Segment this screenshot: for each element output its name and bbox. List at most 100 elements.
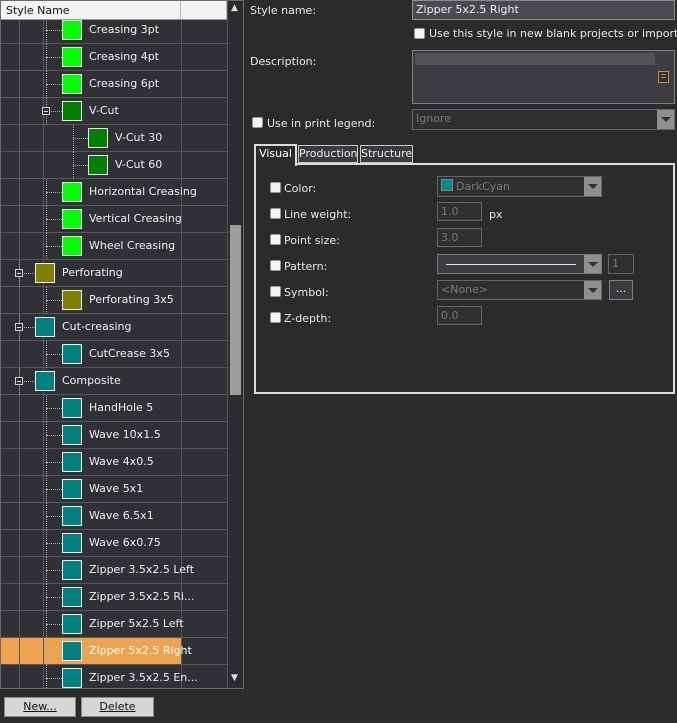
collapse-toggle-icon[interactable]	[15, 323, 23, 331]
grid-line	[19, 422, 20, 449]
tree-row-label: Creasing 4pt	[89, 50, 160, 63]
style-name-input[interactable]: Zipper 5x2.5 Right	[412, 0, 675, 20]
tree-row[interactable]: Wave 4x0.5	[1, 449, 227, 476]
chevron-down-icon[interactable]	[584, 281, 601, 299]
style-color-swatch	[35, 371, 55, 391]
tree-row[interactable]: Zipper 3.5x2.5 Ri...	[1, 584, 227, 611]
description-textarea[interactable]	[412, 50, 675, 104]
tree-row[interactable]: Vertical Creasing	[1, 206, 227, 233]
symbol-checkbox[interactable]	[270, 286, 281, 297]
header-col-extra[interactable]	[181, 1, 227, 19]
line-weight-checkbox[interactable]	[270, 208, 281, 219]
tree-connector	[73, 165, 88, 166]
symbol-value: <None>	[441, 283, 489, 296]
tree-row[interactable]: V-Cut	[1, 98, 227, 125]
chevron-down-icon[interactable]	[584, 255, 601, 273]
tree-connector	[46, 287, 47, 314]
use-in-new-checkbox[interactable]	[414, 28, 425, 39]
new-button[interactable]: New...	[4, 697, 76, 717]
tree-connector	[46, 516, 62, 517]
grid-line	[19, 44, 20, 71]
scroll-down-arrow-icon[interactable]: ▼	[231, 673, 238, 683]
tree-row[interactable]: CutCrease 3x5	[1, 341, 227, 368]
tree-connector	[46, 584, 47, 611]
zdepth-input[interactable]: 0.0	[437, 306, 482, 325]
print-legend-value: Ignore	[416, 112, 451, 125]
tree-row[interactable]: Wave 6.5x1	[1, 503, 227, 530]
notes-icon[interactable]	[658, 71, 669, 83]
tree-row[interactable]: Zipper 3.5x2.5 En...	[1, 665, 227, 688]
header-label: Style Name	[6, 4, 70, 17]
style-color-swatch	[62, 506, 82, 526]
color-checkbox[interactable]	[270, 182, 281, 193]
style-color-swatch	[88, 155, 108, 175]
grid-line	[43, 179, 44, 206]
grid-line	[43, 476, 44, 503]
tree-connector	[46, 219, 62, 220]
tree-row-label: Cut-creasing	[62, 320, 132, 333]
tab-production-label: Production	[299, 147, 358, 160]
tree-row[interactable]: Wave 6x0.75	[1, 530, 227, 557]
tree-connector	[46, 422, 47, 449]
tree-row[interactable]: Cut-creasing	[1, 314, 227, 341]
print-legend-select[interactable]: Ignore	[412, 109, 675, 130]
chevron-down-icon[interactable]	[584, 177, 601, 196]
tree-row-label: Wheel Creasing	[89, 239, 176, 252]
visual-tab-panel	[254, 163, 675, 394]
tree-row[interactable]: V-Cut 30	[1, 125, 227, 152]
tree-row[interactable]: Composite	[1, 368, 227, 395]
collapse-toggle-icon[interactable]	[15, 269, 23, 277]
color-value: DarkCyan	[456, 180, 511, 193]
scroll-up-arrow-icon[interactable]: ▲	[231, 3, 238, 13]
tab-structure[interactable]: Structure	[360, 145, 413, 163]
collapse-toggle-icon[interactable]	[42, 107, 50, 115]
line-weight-input[interactable]: 1.0	[437, 202, 482, 221]
tree-row[interactable]: Zipper 3.5x2.5 Left	[1, 557, 227, 584]
symbol-select[interactable]: <None>	[437, 280, 602, 300]
tree-row[interactable]: Perforating 3x5	[1, 287, 227, 314]
tree-connector	[46, 233, 47, 260]
tree-row[interactable]: V-Cut 60	[1, 152, 227, 179]
color-select[interactable]: DarkCyan	[437, 176, 602, 197]
style-tree[interactable]: Style Name Creasing 3pt Creasing 4pt Creas…	[0, 0, 244, 689]
symbol-browse-button[interactable]: ...	[609, 280, 633, 300]
line-weight-value: 1.0	[441, 205, 459, 218]
tab-structure-label: Structure	[361, 147, 413, 160]
tree-row[interactable]: Creasing 6pt	[1, 71, 227, 98]
tree-row[interactable]: Perforating	[1, 260, 227, 287]
grid-line	[181, 20, 182, 44]
tree-row[interactable]: Wheel Creasing	[1, 233, 227, 260]
grid-line	[19, 71, 20, 98]
chevron-down-icon[interactable]	[657, 110, 674, 129]
tree-row-label: Composite	[62, 374, 121, 387]
tree-row-label: Zipper 3.5x2.5 Ri...	[89, 590, 195, 603]
grid-line	[19, 665, 20, 688]
grid-line	[19, 341, 20, 368]
tree-row[interactable]: Wave 10x1.5	[1, 422, 227, 449]
tree-row[interactable]: Creasing 4pt	[1, 44, 227, 71]
tree-row[interactable]: Wave 5x1	[1, 476, 227, 503]
pattern-select[interactable]	[437, 254, 602, 274]
tree-row[interactable]: HandHole 5	[1, 395, 227, 422]
tree-row[interactable]: Zipper 5x2.5 Left	[1, 611, 227, 638]
tree-row[interactable]: Horizontal Creasing	[1, 179, 227, 206]
tree-scrollbar[interactable]: ▲ ▼	[227, 1, 243, 688]
tree-row[interactable]: Zipper 5x2.5 Right	[1, 638, 227, 665]
tree-row[interactable]: Creasing 3pt	[1, 20, 227, 44]
grid-line	[43, 233, 44, 260]
collapse-toggle-icon[interactable]	[15, 377, 23, 385]
tab-production[interactable]: Production	[298, 145, 358, 163]
pattern-checkbox[interactable]	[270, 260, 281, 271]
delete-button[interactable]: Delete	[81, 697, 154, 717]
scroll-thumb[interactable]	[230, 225, 241, 395]
line-weight-label: Line weight:	[284, 208, 352, 221]
tree-connector	[46, 179, 47, 206]
pattern-count-input[interactable]: 1	[608, 254, 634, 274]
tree-connector	[46, 435, 62, 436]
point-size-input[interactable]: 3.0	[437, 228, 482, 247]
zdepth-checkbox[interactable]	[270, 312, 281, 323]
grid-line	[43, 503, 44, 530]
print-legend-checkbox[interactable]	[252, 117, 263, 128]
header-col-name[interactable]: Style Name	[1, 1, 181, 19]
point-size-checkbox[interactable]	[270, 234, 281, 245]
